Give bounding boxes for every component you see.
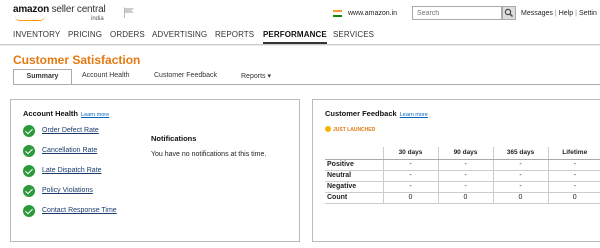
nav-inventory[interactable]: INVENTORY: [13, 30, 60, 39]
just-launched-badge: JUST LAUNCHED: [325, 126, 375, 133]
table-cell: -: [383, 159, 439, 171]
messages-link[interactable]: Messages: [521, 10, 553, 17]
logo-sub-text: seller central: [49, 4, 106, 15]
main-nav: INVENTORY PRICING ORDERS ADVERTISING REP…: [0, 26, 600, 45]
nav-services[interactable]: SERVICES: [333, 30, 374, 39]
table-row: Neutral - - - -: [325, 170, 600, 182]
main-content: Customer Satisfaction Summary Account He…: [0, 46, 600, 248]
customer-feedback-title: Customer Feedback Learn more: [325, 109, 428, 118]
table-cell: -: [438, 159, 494, 171]
cancellation-rate-link[interactable]: Cancellation Rate: [42, 147, 97, 154]
table-cell: -: [493, 159, 549, 171]
nav-performance[interactable]: PERFORMANCE: [263, 30, 327, 44]
policy-violations-link[interactable]: Policy Violations: [42, 187, 93, 194]
customer-feedback-panel: Customer Feedback Learn more JUST LAUNCHE…: [312, 99, 600, 242]
table-cell: -: [438, 170, 494, 182]
check-icon: [23, 145, 35, 157]
search-button[interactable]: [502, 6, 516, 20]
table-cell: 0: [383, 192, 439, 204]
table-cell: -: [383, 170, 439, 182]
tab-summary[interactable]: Summary: [13, 69, 72, 85]
account-health-title: Account Health Learn more: [23, 109, 110, 118]
star-badge-icon: [325, 126, 331, 132]
table-cell: -: [548, 159, 600, 171]
late-dispatch-rate-link[interactable]: Late Dispatch Rate: [42, 167, 102, 174]
logo-region-text: india: [91, 16, 104, 22]
table-cell: -: [493, 170, 549, 182]
logo-main-text: amazon: [13, 4, 50, 15]
table-cell: -: [548, 170, 600, 182]
tab-account-health[interactable]: Account Health: [82, 72, 129, 79]
seller-central-logo[interactable]: amazon seller central india: [13, 4, 106, 23]
feedback-table: 30 days 90 days 365 days Lifetime Positi…: [325, 147, 600, 204]
column-header: Lifetime: [548, 147, 600, 160]
settings-link[interactable]: Settin: [579, 10, 597, 17]
search-input[interactable]: [412, 6, 502, 20]
check-icon: [23, 185, 35, 197]
check-icon: [23, 165, 35, 177]
check-icon: [23, 205, 35, 217]
nav-orders[interactable]: ORDERS: [110, 30, 145, 39]
tab-reports-dropdown[interactable]: Reports ▾: [241, 72, 271, 80]
account-health-panel: Account Health Learn more Order Defect Ra…: [10, 99, 300, 242]
amazon-smile-icon: [15, 16, 45, 21]
column-header: 365 days: [493, 147, 549, 160]
table-row: Negative - - - -: [325, 181, 600, 193]
notifications-title: Notifications: [151, 134, 197, 143]
page-title: Customer Satisfaction: [13, 53, 141, 67]
top-bar: amazon seller central india www.amazon.i…: [0, 0, 600, 26]
table-cell: -: [548, 181, 600, 193]
table-header-row: 30 days 90 days 365 days Lifetime: [325, 147, 600, 160]
table-cell: -: [438, 181, 494, 193]
search-icon: [504, 8, 513, 17]
tab-customer-feedback[interactable]: Customer Feedback: [154, 72, 217, 79]
column-header: [325, 147, 384, 160]
contact-response-time-link[interactable]: Contact Response Time: [42, 207, 117, 214]
row-label: Neutral: [325, 170, 384, 182]
india-flag-icon: [333, 10, 342, 17]
table-row: Positive - - - -: [325, 159, 600, 171]
account-health-learn-more-link[interactable]: Learn more: [81, 112, 109, 118]
notifications-text: You have no notifications at this time.: [151, 151, 267, 158]
nav-reports[interactable]: REPORTS: [215, 30, 254, 39]
row-label: Positive: [325, 159, 384, 171]
row-label: Count: [325, 192, 384, 204]
nav-pricing[interactable]: PRICING: [68, 30, 102, 39]
customer-feedback-learn-more-link[interactable]: Learn more: [400, 112, 428, 118]
order-defect-rate-link[interactable]: Order Defect Rate: [42, 127, 99, 134]
table-row: Count 0 0 0 0: [325, 192, 600, 204]
table-cell: 0: [493, 192, 549, 204]
top-links: Messages | Help | Settin: [521, 10, 597, 17]
table-cell: -: [493, 181, 549, 193]
nav-advertising[interactable]: ADVERTISING: [152, 30, 207, 39]
check-icon: [23, 125, 35, 137]
table-cell: 0: [438, 192, 494, 204]
column-header: 90 days: [438, 147, 494, 160]
table-cell: -: [383, 181, 439, 193]
table-cell: 0: [548, 192, 600, 204]
column-header: 30 days: [383, 147, 439, 160]
help-link[interactable]: Help: [559, 10, 573, 17]
marketplace-link[interactable]: www.amazon.in: [348, 10, 397, 17]
row-label: Negative: [325, 181, 384, 193]
tab-divider: [13, 84, 600, 85]
flag-icon[interactable]: [123, 7, 135, 18]
